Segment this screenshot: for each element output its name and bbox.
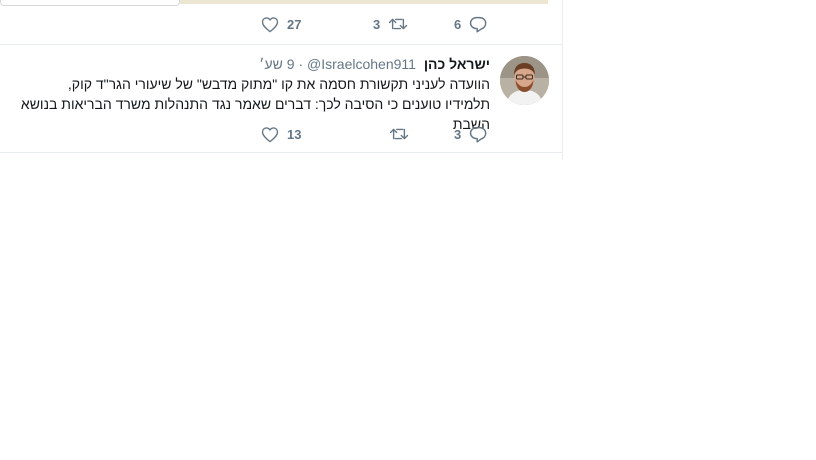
- like-button[interactable]: 13: [261, 126, 301, 143]
- tweet-header: ישראל כהן @Israelcohen911 · 9 שע׳: [259, 55, 490, 73]
- tweet-text: הוועדה לעניני תקשורת חסמה את קו "מתוק מד…: [20, 76, 490, 132]
- avatar[interactable]: [500, 56, 549, 105]
- reply-icon: [469, 16, 487, 33]
- retweet-count: 3: [373, 16, 381, 32]
- reply-count: 6: [454, 17, 462, 32]
- retweet-button[interactable]: [389, 126, 409, 142]
- timeline: 27 3 6 ישראל כהן @Israelcohen911 · 9 שע׳…: [0, 0, 563, 160]
- user-handle[interactable]: @Israelcohen911: [307, 56, 416, 72]
- like-count: 13: [287, 127, 302, 142]
- heart-icon: [261, 16, 279, 33]
- previous-tweet-media[interactable]: [0, 0, 548, 7]
- media-card-left: [0, 0, 180, 6]
- reply-button[interactable]: 3: [454, 126, 487, 143]
- retweet-icon: [388, 16, 408, 32]
- header-separator: ·: [298, 56, 304, 72]
- reply-icon: [469, 126, 487, 143]
- previous-tweet[interactable]: 27 3 6: [0, 0, 562, 45]
- reply-count: 3: [454, 127, 462, 142]
- display-name[interactable]: ישראל כהן: [424, 56, 490, 72]
- media-card-image[interactable]: [180, 0, 548, 4]
- retweet-button[interactable]: 3: [373, 16, 408, 32]
- heart-icon: [261, 126, 279, 143]
- tweet[interactable]: ישראל כהן @Israelcohen911 · 9 שע׳ הוועדה…: [0, 45, 562, 153]
- like-count: 27: [287, 17, 302, 32]
- reply-button[interactable]: 6: [454, 16, 487, 33]
- retweet-icon: [389, 126, 409, 142]
- like-button[interactable]: 27: [261, 16, 301, 33]
- tweet-timestamp[interactable]: 9 שע׳: [259, 56, 294, 72]
